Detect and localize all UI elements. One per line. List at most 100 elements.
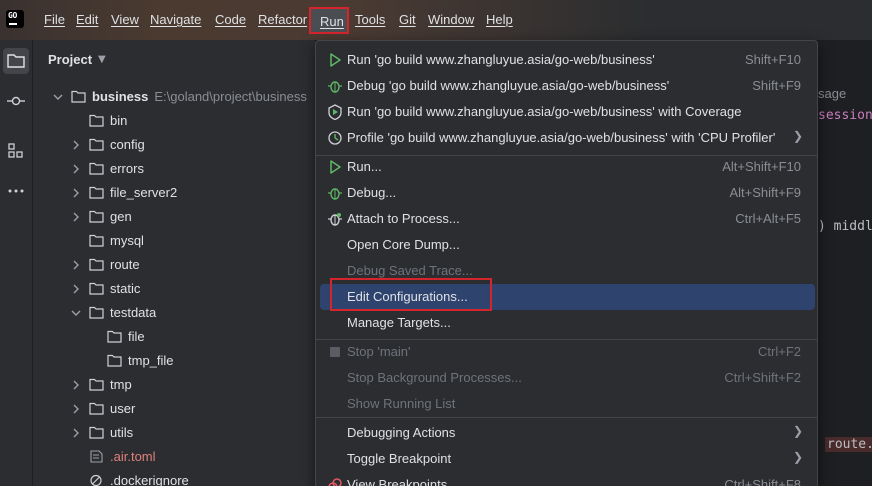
chevron-right-icon[interactable] <box>71 380 81 390</box>
coverage-icon <box>328 104 342 120</box>
menu-navigate[interactable]: Navigate <box>150 10 201 30</box>
tree-folder-tmp[interactable]: tmp <box>33 373 315 397</box>
chevron-right-icon[interactable] <box>71 404 81 414</box>
tree-folder-route[interactable]: route <box>33 253 315 277</box>
tree-root-business[interactable]: business E:\goland\project\business <box>33 85 315 109</box>
menu-item-toggle-breakpoint[interactable]: Toggle Breakpoint ❯ <box>320 446 815 472</box>
run-menu-dropdown: Run 'go build www.zhangluyue.asia/go-web… <box>315 40 818 486</box>
tree-item-label: mysql <box>110 233 144 248</box>
structure-icon <box>8 143 23 158</box>
menu-window[interactable]: Window <box>428 10 474 30</box>
menu-code[interactable]: Code <box>215 10 246 30</box>
menu-item-shortcut: Ctrl+Alt+F5 <box>735 211 801 226</box>
tree-folder-utils[interactable]: utils <box>33 421 315 445</box>
menu-item-shortcut: Alt+Shift+F9 <box>729 185 801 200</box>
tree-item-label: user <box>110 401 135 416</box>
tree-folder-file[interactable]: file <box>33 325 315 349</box>
tree-folder-testdata[interactable]: testdata <box>33 301 315 325</box>
debug-icon <box>328 81 342 93</box>
project-path: E:\goland\project\business <box>154 89 307 104</box>
tree-folder-bin[interactable]: bin <box>33 109 315 133</box>
tree-item-name: .dockerignore <box>110 473 189 486</box>
folder-icon <box>89 138 104 151</box>
tree-item-label: testdata <box>110 305 156 320</box>
project-panel-title[interactable]: Project <box>48 52 92 67</box>
stop-icon <box>330 347 340 357</box>
chevron-right-icon[interactable] <box>71 140 81 150</box>
chevron-right-icon[interactable] <box>71 188 81 198</box>
structure-tool-button[interactable] <box>3 138 29 164</box>
tree-item-name: gen <box>110 209 132 224</box>
chevron-right-icon[interactable] <box>71 260 81 270</box>
menu-item-shortcut: Ctrl+F2 <box>758 344 801 359</box>
chevron-right-icon[interactable] <box>71 164 81 174</box>
tree-item-label: tmp <box>110 377 132 392</box>
tree-item-label: gen <box>110 209 132 224</box>
chevron-down-icon[interactable] <box>71 308 81 318</box>
commit-tool-button[interactable] <box>3 88 29 114</box>
chevron-right-icon: ❯ <box>792 424 803 438</box>
attach-icon <box>328 213 342 226</box>
tree-item-name: .air.toml <box>110 449 156 464</box>
tree-item-label: utils <box>110 425 133 440</box>
tree-folder-file-server2[interactable]: file_server2 <box>33 181 315 205</box>
tree-item-name: mysql <box>110 233 144 248</box>
menu-item-debug[interactable]: Debug... Alt+Shift+F9 <box>320 180 815 206</box>
code-fragment: session <box>818 108 872 123</box>
menu-item-shortcut: Ctrl+Shift+F8 <box>724 477 801 486</box>
menu-item-profile[interactable]: Profile 'go build www.zhangluyue.asia/go… <box>320 125 815 151</box>
tree-file-air-toml[interactable]: .air.toml <box>33 445 315 469</box>
menu-view[interactable]: View <box>111 10 139 30</box>
tree-item-name: utils <box>110 425 134 440</box>
chevron-right-icon[interactable] <box>71 212 81 222</box>
more-tools-button[interactable] <box>3 177 29 203</box>
folder-icon <box>107 354 122 367</box>
folder-icon <box>107 330 122 343</box>
menu-item-manage-targets[interactable]: Manage Targets... <box>320 310 815 336</box>
menu-item-run[interactable]: Run... Alt+Shift+F10 <box>320 154 815 180</box>
menu-file[interactable]: File <box>44 10 65 30</box>
code-fragment: ) middl <box>818 219 872 234</box>
project-tool-button[interactable] <box>3 48 29 74</box>
menu-help[interactable]: Help <box>486 10 513 30</box>
tree-item-name: config <box>110 137 145 152</box>
menu-item-label: Stop 'main' <box>347 344 411 359</box>
chevron-down-icon[interactable]: ▼ <box>98 54 106 65</box>
menu-item-run-coverage[interactable]: Run 'go build www.zhangluyue.asia/go-web… <box>320 99 815 125</box>
tree-item-name: errors <box>110 161 144 176</box>
folder-icon <box>89 114 104 127</box>
editor-tab-fragment: sage <box>818 86 847 101</box>
menu-edit[interactable]: Edit <box>76 10 98 30</box>
tree-folder-gen[interactable]: gen <box>33 205 315 229</box>
menu-item-open-core-dump[interactable]: Open Core Dump... <box>320 232 815 258</box>
tree-item-name: bin <box>110 113 128 128</box>
tree-folder-mysql[interactable]: mysql <box>33 229 315 253</box>
tree-folder-static[interactable]: static <box>33 277 315 301</box>
commit-icon <box>7 96 25 106</box>
menu-refactor[interactable]: Refactor <box>258 10 307 30</box>
menu-tools[interactable]: Tools <box>355 10 385 30</box>
chevron-down-icon[interactable] <box>53 92 63 102</box>
chevron-right-icon[interactable] <box>71 428 81 438</box>
goland-logo-icon[interactable]: GO <box>6 10 24 28</box>
tree-folder-user[interactable]: user <box>33 397 315 421</box>
folder-icon <box>89 378 104 391</box>
tree-item-label: .dockerignore <box>110 473 189 486</box>
menu-item-run-config[interactable]: Run 'go build www.zhangluyue.asia/go-web… <box>320 47 815 73</box>
menu-item-label: Run 'go build www.zhangluyue.asia/go-web… <box>347 52 655 67</box>
tree-folder-tmp-file[interactable]: tmp_file <box>33 349 315 373</box>
tree-folder-config[interactable]: config <box>33 133 315 157</box>
folder-icon <box>89 258 104 271</box>
chevron-right-icon[interactable] <box>71 284 81 294</box>
menu-run[interactable]: Run <box>309 7 349 34</box>
tree-item-label: file_server2 <box>110 185 177 200</box>
menu-item-view-breakpoints[interactable]: View Breakpoints... Ctrl+Shift+F8 <box>320 472 815 486</box>
menu-item-debug-config[interactable]: Debug 'go build www.zhangluyue.asia/go-w… <box>320 73 815 99</box>
menu-item-debugging-actions[interactable]: Debugging Actions ❯ <box>320 420 815 446</box>
tree-folder-errors[interactable]: errors <box>33 157 315 181</box>
tree-file-dockerignore[interactable]: .dockerignore <box>33 469 315 486</box>
menu-git[interactable]: Git <box>399 10 416 30</box>
tree-item-label: route <box>110 257 140 272</box>
menu-item-shortcut: Ctrl+Shift+F2 <box>724 370 801 385</box>
menu-item-attach-process[interactable]: Attach to Process... Ctrl+Alt+F5 <box>320 206 815 232</box>
